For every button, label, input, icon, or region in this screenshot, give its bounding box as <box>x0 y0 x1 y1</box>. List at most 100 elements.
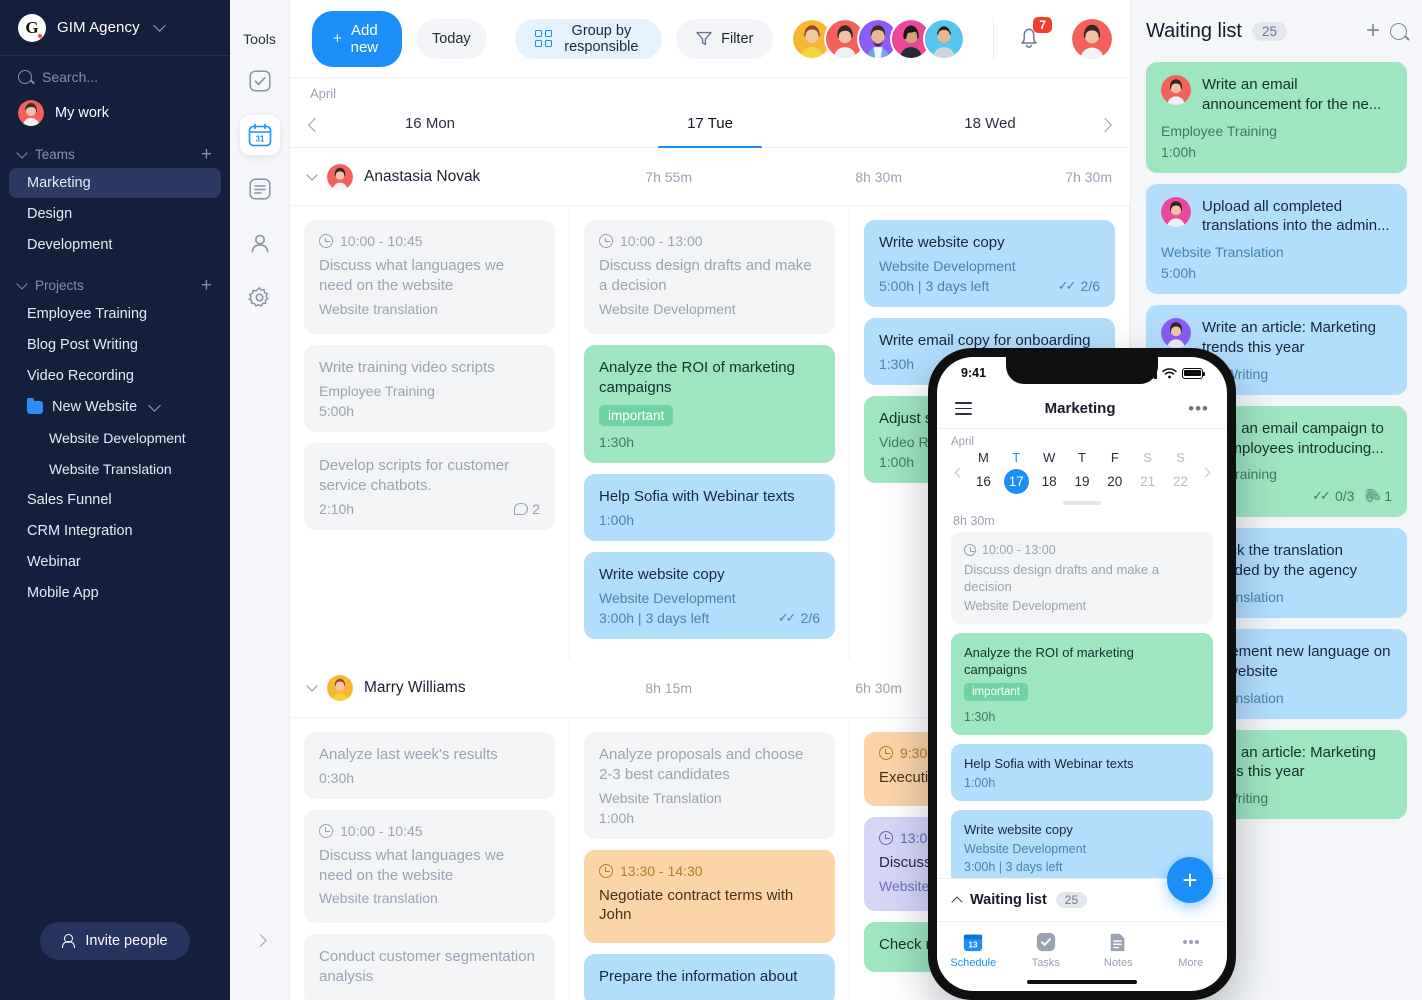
phone-task-card[interactable]: Help Sofia with Webinar texts 1:00h <box>951 743 1213 802</box>
task-duration: 5:00h | 3 days left <box>879 277 990 294</box>
sidebar-item-webinar[interactable]: Webinar <box>9 547 221 577</box>
task-card[interactable]: Write website copy Website Development 3:0… <box>584 551 835 639</box>
phone-next-week-button[interactable] <box>1197 467 1213 477</box>
phone-day-16[interactable]: M 16 <box>970 450 997 494</box>
workspace-switcher[interactable]: G GIM Agency <box>0 0 230 56</box>
calendar-icon[interactable]: 31 <box>239 115 280 155</box>
group-name-cell[interactable]: Marry Williams <box>290 675 500 702</box>
date-column-0[interactable]: 16 Mon <box>290 115 570 148</box>
add-project-icon[interactable]: + <box>201 276 212 295</box>
invite-people-button[interactable]: Invite people <box>40 922 190 960</box>
phone-waiting-count: 25 <box>1055 892 1088 908</box>
member-avatars[interactable] <box>791 17 966 60</box>
hamburger-menu-icon[interactable] <box>955 402 972 415</box>
more-options-icon[interactable]: ••• <box>1188 399 1209 419</box>
notifications-button[interactable]: 7 <box>1014 16 1052 56</box>
sidebar-item-blog-post-writing[interactable]: Blog Post Writing <box>9 330 221 360</box>
task-card[interactable]: Analyze the ROI of marketing campaigns im… <box>584 344 835 463</box>
task-card[interactable]: Help Sofia with Webinar texts 1:00h <box>584 473 835 541</box>
phone-task-duration: 3:00h | 3 days left <box>964 859 1063 874</box>
phone-day-21[interactable]: S 21 <box>1134 450 1161 494</box>
phone-day-19[interactable]: T 19 <box>1068 450 1095 494</box>
sidebar-item-design[interactable]: Design <box>9 199 221 229</box>
add-waiting-task-icon[interactable]: + <box>1366 19 1380 43</box>
phone-waiting-list-bar[interactable]: Waiting list 25 + <box>937 857 1227 921</box>
phone-task-card[interactable]: 10:00 - 13:00 Discuss design drafts and m… <box>951 531 1213 624</box>
phone-day-20[interactable]: F 20 <box>1101 450 1128 494</box>
group-by-responsible-button[interactable]: Group by responsible <box>514 18 663 59</box>
sidebar-item-new-website[interactable]: New Website <box>9 392 221 422</box>
waiting-task-card[interactable]: Write an email announcement for the ne..… <box>1146 62 1407 173</box>
sidebar-item-website-development[interactable]: Website Development <box>9 423 221 453</box>
phone-day-17[interactable]: T 17 <box>1003 450 1030 494</box>
phone-day-22[interactable]: S 22 <box>1167 450 1194 494</box>
phone-day-number: 22 <box>1172 474 1188 489</box>
phone-mockup: 9:41 Marketing ••• April M 16 T 17 W 18 … <box>928 348 1236 1000</box>
phone-tab-tasks[interactable]: Tasks <box>1010 930 1083 969</box>
sidebar-item-website-translation[interactable]: Website Translation <box>9 454 221 484</box>
task-card[interactable]: Write website copy Website Development 5:0… <box>864 220 1115 307</box>
task-meta: 1:00h <box>599 810 820 826</box>
user-avatar[interactable] <box>1072 18 1112 59</box>
drag-handle[interactable] <box>1063 501 1101 505</box>
group-header: Anastasia Novak 7h 55m 8h 30m 7h 30m <box>290 148 1130 206</box>
sidebar-item-employee-training[interactable]: Employee Training <box>9 299 221 329</box>
chevron-right-icon <box>253 934 267 947</box>
date-column-2[interactable]: 18 Wed <box>850 115 1130 148</box>
notes-icon[interactable] <box>240 169 280 209</box>
tasks-check-icon[interactable] <box>240 61 280 101</box>
phone-nav-bar: Marketing ••• <box>937 389 1227 429</box>
group-name-cell[interactable]: Anastasia Novak <box>290 163 500 190</box>
add-task-fab[interactable]: + <box>1167 857 1213 903</box>
phone-day-18[interactable]: W 18 <box>1036 450 1063 494</box>
phone-tab-schedule[interactable]: 13 Schedule <box>937 930 1010 969</box>
task-card[interactable]: 13:30 - 14:30 Negotiate contract terms wi… <box>584 849 835 944</box>
sidebar-item-sales-funnel[interactable]: Sales Funnel <box>9 485 221 515</box>
phone-day-letter: W <box>1042 450 1056 465</box>
ellipsis-icon <box>1179 930 1203 954</box>
task-duration: 0:30h <box>319 769 355 786</box>
invite-people-container: Invite people <box>0 922 230 960</box>
task-card[interactable]: Prepare the information about <box>584 954 835 1000</box>
sidebar-item-marketing[interactable]: Marketing <box>9 168 221 198</box>
sidebar-search[interactable]: Search... <box>0 56 230 94</box>
next-day-button[interactable] <box>1094 114 1116 136</box>
waiting-task-card[interactable]: Upload all completed translations into t… <box>1146 183 1407 295</box>
phone-prev-week-button[interactable] <box>951 467 967 477</box>
sidebar-item-crm-integration[interactable]: CRM Integration <box>9 516 221 546</box>
task-card[interactable]: Analyze last week's results 0:30h <box>304 731 555 799</box>
task-card[interactable]: 10:00 - 13:00 Discuss design drafts and m… <box>584 220 835 334</box>
waiting-card-row: Upload all completed translations into t… <box>1161 196 1392 237</box>
task-time-label: 10:00 - 10:45 <box>340 822 423 839</box>
task-card[interactable]: 10:00 - 10:45 Discuss what languages we n… <box>304 220 555 334</box>
phone-tab-more[interactable]: More <box>1155 930 1228 969</box>
phone-day-number: 16 <box>975 474 991 489</box>
sidebar-item-mobile-app[interactable]: Mobile App <box>9 578 221 608</box>
settings-gear-icon[interactable] <box>240 277 280 317</box>
checklist-count: 0/3 <box>1334 487 1355 504</box>
teams-group-header[interactable]: Teams + <box>0 138 230 167</box>
phone-day-number: 17 <box>1003 469 1029 494</box>
today-selector[interactable]: Today <box>415 18 487 59</box>
sidebar-item-video-recording[interactable]: Video Recording <box>9 361 221 391</box>
task-card[interactable]: Analyze proposals and choose 2-3 best ca… <box>584 731 835 839</box>
add-team-icon[interactable]: + <box>201 145 212 164</box>
expand-rail-button[interactable] <box>230 934 290 947</box>
date-column-1[interactable]: 17 Tue <box>570 115 850 148</box>
search-icon <box>18 70 32 84</box>
sidebar-item-my-work[interactable]: My work <box>0 94 230 138</box>
phone-title: Marketing <box>1044 400 1116 417</box>
contacts-person-icon[interactable] <box>240 223 280 263</box>
task-card[interactable]: Write training video scripts Employee Tra… <box>304 344 555 432</box>
filter-button[interactable]: Filter <box>676 18 774 59</box>
task-tag: important <box>599 404 674 426</box>
phone-tab-notes[interactable]: Notes <box>1082 930 1155 969</box>
add-new-button[interactable]: + Add new <box>312 10 402 67</box>
phone-task-card[interactable]: Analyze the ROI of marketing campaigns im… <box>951 632 1213 735</box>
task-card[interactable]: 10:00 - 10:45 Discuss what languages we n… <box>304 809 555 924</box>
task-card[interactable]: Develop scripts for customer service cha… <box>304 442 555 530</box>
task-card[interactable]: Conduct customer segmentation analysis <box>304 934 555 1000</box>
search-icon[interactable] <box>1390 22 1407 40</box>
sidebar-item-development[interactable]: Development <box>9 230 221 260</box>
projects-group-header[interactable]: Projects + <box>0 269 230 298</box>
